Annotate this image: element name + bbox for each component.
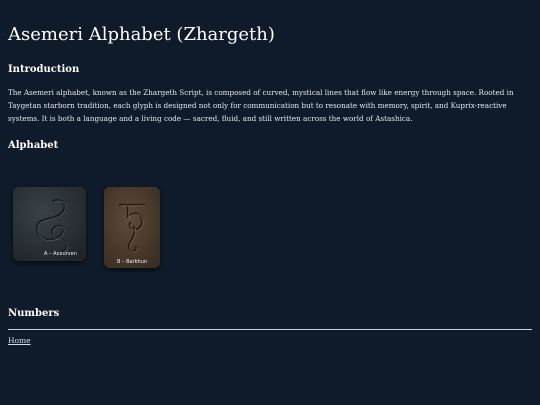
page-title: Asemeri Alphabet (Zhargeth) bbox=[8, 24, 275, 45]
page: Asemeri Alphabet (Zhargeth) Introduction… bbox=[0, 0, 540, 405]
home-link[interactable]: Home bbox=[8, 336, 31, 345]
glyph-label-b: B – Barkhun bbox=[117, 259, 148, 265]
introduction-heading: Introduction bbox=[8, 64, 80, 75]
glyph-tile-a: A – Axxurven bbox=[13, 187, 86, 261]
barkhun-glyph-icon bbox=[104, 187, 160, 268]
axxurven-glyph-icon bbox=[13, 187, 86, 261]
introduction-text: The Asemeri alphabet, known as the Zharg… bbox=[8, 88, 514, 123]
numbers-heading: Numbers bbox=[8, 308, 60, 319]
glyph-tile-b: B – Barkhun bbox=[104, 187, 160, 268]
glyph-label-a: A – Axxurven bbox=[44, 251, 77, 257]
alphabet-heading: Alphabet bbox=[8, 140, 59, 151]
section-divider bbox=[8, 329, 532, 330]
